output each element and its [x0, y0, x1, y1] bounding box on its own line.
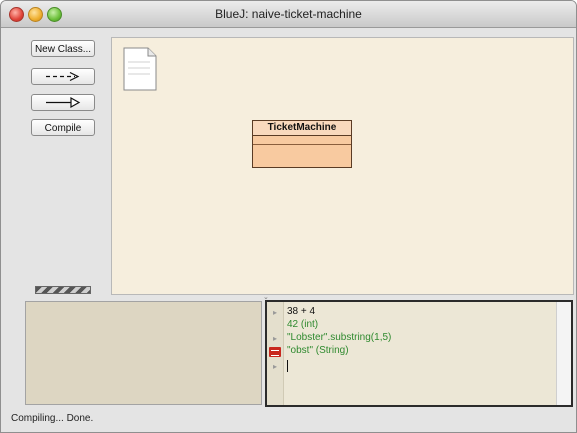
code-pad-line: "Lobster".substring(1,5) [287, 332, 392, 343]
bluej-window: BlueJ: naive-ticket-machine New Class...… [0, 0, 577, 433]
uses-arrow-button[interactable] [31, 68, 95, 85]
code-pad-result: "obst" (String) [287, 345, 349, 356]
class-divider [253, 144, 351, 145]
prompt-marker: ▸ [273, 308, 278, 317]
new-class-button[interactable]: New Class... [31, 40, 95, 57]
status-text: Compiling... Done. [11, 413, 94, 424]
compile-button[interactable]: Compile [31, 119, 95, 136]
inherits-arrow-button[interactable] [31, 94, 95, 111]
prompt-marker: ▸ [273, 334, 278, 343]
hollow-arrow-icon [46, 96, 81, 109]
title-bar: BlueJ: naive-ticket-machine [1, 1, 576, 28]
status-bar: Compiling... Done. [1, 408, 576, 432]
document-icon[interactable] [120, 46, 160, 92]
code-pad[interactable]: ▸ 38 + 4 42 (int) ▸ "Lobster".substring(… [265, 300, 573, 407]
code-pad-line: 38 + 4 [287, 306, 316, 317]
object-bench[interactable] [25, 301, 262, 405]
code-pad-scrollbar[interactable] [556, 302, 571, 405]
class-ticketmachine[interactable]: TicketMachine [252, 120, 352, 168]
left-toolbar: New Class... Compile [1, 28, 109, 296]
text-cursor [287, 360, 288, 372]
prompt-marker: ▸ [273, 362, 278, 371]
class-name-label: TicketMachine [253, 121, 351, 136]
dashed-arrow-icon [46, 71, 80, 82]
code-pad-result: 42 (int) [287, 319, 319, 330]
activity-indicator [35, 286, 91, 294]
object-icon[interactable] [269, 347, 281, 357]
class-diagram-canvas[interactable]: TicketMachine [111, 37, 574, 295]
window-title: BlueJ: naive-ticket-machine [215, 7, 362, 21]
